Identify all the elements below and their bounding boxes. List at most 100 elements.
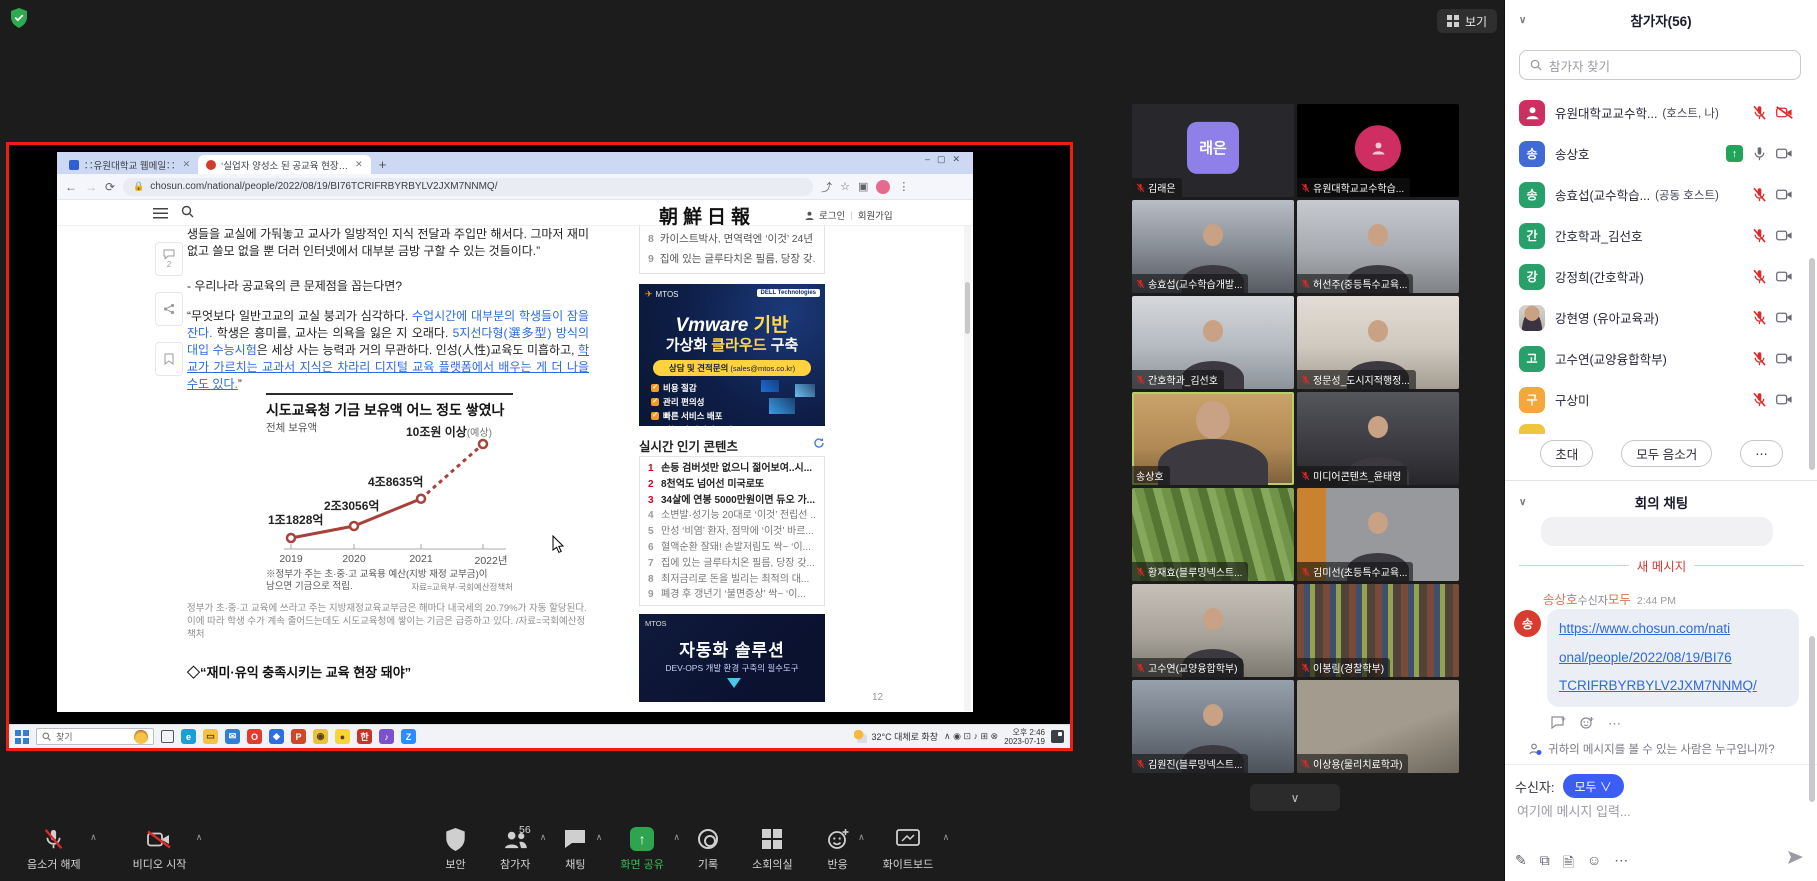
share-button[interactable]	[155, 292, 183, 326]
screenshot-icon[interactable]: ⧉	[1540, 852, 1550, 876]
chat-button[interactable]: 채팅 ∧	[547, 826, 603, 872]
start-video-button[interactable]: 비디오 시작 ∧	[116, 826, 204, 872]
browser-window[interactable]: ∷유원대학교 웹메일∷ ✕ ‘실업자 양성소 된 공교육 현장… ✕ + –▢✕…	[57, 152, 973, 712]
view-button[interactable]: 보기	[1437, 9, 1497, 33]
breakout-rooms-button[interactable]: 소회의실	[735, 826, 809, 872]
collapse-chat-icon[interactable]: ∨	[1519, 497, 1526, 508]
file-icon[interactable]: 🗎	[1563, 852, 1574, 876]
tab-close-icon[interactable]: ✕	[183, 159, 191, 170]
mic-muted-icon[interactable]	[1752, 105, 1767, 121]
video-tile[interactable]: 정문성_도시지적행정...	[1297, 296, 1459, 389]
page-scrollbar[interactable]	[964, 200, 971, 711]
camera-icon[interactable]	[1776, 188, 1793, 201]
zoom-icon[interactable]: Z	[401, 729, 416, 744]
camera-icon[interactable]	[1776, 270, 1793, 283]
chat-scrollbar[interactable]	[1809, 636, 1815, 802]
camera-icon[interactable]	[1776, 393, 1793, 406]
camera-icon[interactable]	[1776, 147, 1793, 160]
window-controls[interactable]: –▢✕	[925, 154, 967, 165]
ad-cta-button[interactable]: 상담 및 견적문의(sales@mtos.co.kr)	[653, 360, 811, 376]
mic-muted-icon[interactable]	[1752, 392, 1767, 408]
browser-tab-article[interactable]: ‘실업자 양성소 된 공교육 현장… ✕	[198, 155, 371, 174]
powerpoint-icon[interactable]: P	[291, 729, 306, 744]
mic-muted-icon[interactable]	[1752, 269, 1767, 285]
chat-link[interactable]: https://www.chosun.com/national/people/2…	[1559, 615, 1787, 701]
video-tile[interactable]: 황재효(블루밍넥스트...	[1132, 488, 1294, 581]
chevron-up-icon[interactable]: ∧	[596, 832, 603, 843]
chevron-up-icon[interactable]: ∧	[540, 832, 547, 843]
collapse-participants-icon[interactable]: ∨	[1519, 15, 1526, 26]
camera-off-icon[interactable]	[1776, 106, 1793, 119]
signup-link[interactable]: 회원가입	[858, 208, 893, 222]
format-icon[interactable]: ✎	[1515, 852, 1527, 876]
collapse-videos-button[interactable]: ∨	[1250, 784, 1340, 811]
drive-icon[interactable]: ◆	[269, 729, 284, 744]
new-tab-button[interactable]: +	[379, 157, 387, 174]
tray-icons[interactable]: ∧ ◉ ⊡ ♪ ⊞ ⊗	[944, 731, 998, 742]
participant-search-input[interactable]: 참가자 찾기	[1519, 50, 1801, 80]
video-tile[interactable]: 송상호	[1132, 392, 1294, 485]
video-tile[interactable]: 김원진(블루밍넥스트...	[1132, 680, 1294, 773]
chat-privacy-note[interactable]: 귀하의 메시지를 볼 수 있는 사람은 누구입니까?	[1529, 741, 1809, 757]
invite-button[interactable]: 초대	[1540, 440, 1593, 467]
participant-row[interactable]: 간간호학과_김선호	[1505, 215, 1805, 256]
video-tile[interactable]: 허선주(중등특수교육...	[1297, 200, 1459, 293]
menu-icon[interactable]	[153, 208, 168, 219]
devops-ad-banner[interactable]: MTOS 자동화 솔루션 DEV-OPS 개발 환경 구축의 필수도구	[639, 614, 825, 702]
opera-icon[interactable]: O	[247, 729, 262, 744]
participant-row[interactable]: 강현영 (유아교육과)	[1505, 297, 1805, 338]
edge-icon[interactable]: e	[181, 729, 196, 744]
emoji-reaction-icon[interactable]	[1580, 716, 1594, 732]
ranked-news-item[interactable]: 8카이스트박사, 면역력엔 ‘이것’ 24년 ...	[648, 229, 816, 249]
ranked-news-item[interactable]: 334살에 연봉 5000만원이면 듀오 가...	[648, 493, 816, 509]
mic-icon[interactable]	[1752, 146, 1767, 162]
reply-icon[interactable]	[1551, 716, 1566, 732]
reactions-button[interactable]: 반응 ∧	[810, 826, 866, 872]
mic-muted-icon[interactable]	[1752, 228, 1767, 244]
emoji-icon[interactable]: ☺	[1587, 852, 1601, 876]
share-screen-button[interactable]: ↑ 화면 공유 ∧	[603, 826, 681, 872]
camera-icon[interactable]	[1776, 311, 1793, 324]
back-button[interactable]: ←	[65, 180, 77, 194]
participants-button[interactable]: 56 참가자 ∧	[483, 826, 547, 872]
message-more-icon[interactable]: ⋯	[1608, 716, 1621, 732]
participant-row[interactable]: 송송상호↑	[1505, 133, 1805, 174]
recipient-select[interactable]: 모두 ∨	[1563, 774, 1624, 798]
participant-row[interactable]: 유원대학교교수학...(호스트, 나)	[1505, 92, 1805, 133]
ranked-news-item[interactable]: 7집에 있는 글루타치온 필름, 당장 갖...	[648, 556, 816, 572]
video-tile[interactable]: 고수연(교양융합학부)	[1132, 584, 1294, 677]
bookmark-star-icon[interactable]: ☆	[840, 180, 850, 193]
site-search-icon[interactable]	[181, 205, 194, 218]
mic-muted-icon[interactable]	[1752, 187, 1767, 203]
ranked-news-item[interactable]: 28천억도 넘어선 미국로또	[648, 477, 816, 493]
vmware-ad-banner[interactable]: ✈MTOS DELL Technologies Vmware 기반 가상화 클라…	[639, 284, 825, 426]
reload-button[interactable]: ⟳	[105, 180, 115, 194]
sidepanel-icon[interactable]: ▣	[858, 180, 868, 193]
forward-button[interactable]: →	[85, 180, 97, 194]
browser-profile-avatar[interactable]	[876, 180, 890, 194]
participant-row[interactable]: 고고수연(교양융합학부)	[1505, 338, 1805, 379]
video-tile[interactable]: 송효섭(교수학습개발...	[1132, 200, 1294, 293]
bookmark-button[interactable]	[155, 342, 183, 376]
mic-muted-icon[interactable]	[1752, 310, 1767, 326]
chevron-up-icon[interactable]: ∧	[858, 832, 865, 843]
ranked-news-item[interactable]: 5만성 ‘비염’ 환자, 점막에 ‘이것’ 바르...	[648, 524, 816, 540]
participant-row[interactable]: 송송효섭(교수학습...(공동 호스트)	[1505, 174, 1805, 215]
video-tile[interactable]: 이봉림(경찰학부)	[1297, 584, 1459, 677]
browser-tab-webmail[interactable]: ∷유원대학교 웹메일∷ ✕	[61, 155, 198, 174]
refresh-icon[interactable]	[813, 437, 825, 449]
participants-scrollbar[interactable]	[1809, 258, 1815, 470]
video-tile[interactable]: 미디어콘텐츠_윤태영	[1297, 392, 1459, 485]
unmute-button[interactable]: 음소거 해제 ∧	[10, 826, 98, 872]
hancom-icon[interactable]: 한	[357, 729, 372, 744]
mute-all-button[interactable]: 모두 음소거	[1621, 440, 1712, 467]
camera-icon[interactable]	[1776, 229, 1793, 242]
record-button[interactable]: 기록	[681, 826, 735, 872]
browser-menu-icon[interactable]: ⋮	[898, 180, 909, 193]
participant-row[interactable]: 강강정희(간호학과)	[1505, 256, 1805, 297]
chevron-up-icon[interactable]: ∧	[196, 832, 203, 843]
start-button[interactable]	[15, 730, 29, 744]
taskbar-clock[interactable]: 오후 2:462023-07-19	[1004, 728, 1045, 746]
chevron-up-icon[interactable]: ∧	[943, 832, 950, 843]
participants-more-button[interactable]: ⋯	[1740, 440, 1783, 467]
